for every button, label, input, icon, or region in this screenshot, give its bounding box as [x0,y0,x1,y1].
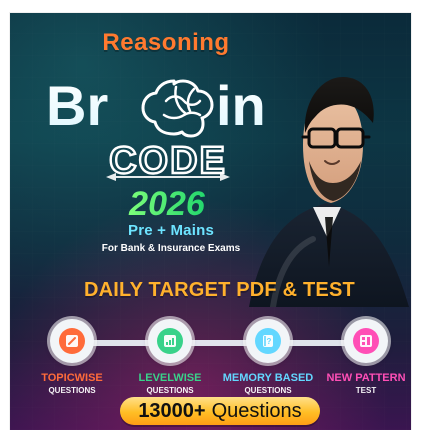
document-grid-icon [360,335,372,347]
feature-subtitle: TEST [355,386,377,395]
question-label: Questions [211,400,302,422]
brain-icon [141,79,214,138]
svg-text:?: ? [267,337,272,346]
tagline: Pre + Mains [128,222,214,239]
code-wordmark: CODE [106,139,230,181]
feature-disk [50,319,94,363]
feature-title: NEW PATTERN [326,372,406,384]
feature-icon-bg [157,328,183,354]
question-count-badge: 13000+ Questions [120,397,320,425]
feature-title: LEVELWISE [138,372,202,384]
year-text: 2026 [128,185,206,219]
headline: DAILY TARGET PDF & TEST [84,279,355,301]
feature-subtitle: QUESTIONS [48,386,96,395]
person-shape [249,77,409,307]
feature-memory-based: ? MEMORY BASED QUESTIONS [222,319,314,409]
code-text: CODE [109,140,227,181]
feature-disk [344,319,388,363]
feature-title: MEMORY BASED [222,372,314,384]
brand-text-br: Br [46,74,108,137]
pencil-badge-icon [66,335,78,347]
year-wordmark: 2026 [128,185,206,219]
reasoning-title: Reasoning [102,29,230,56]
feature-new-pattern: NEW PATTERN TEST [320,319,411,409]
feature-icon-bg: ? [255,328,281,354]
feature-topicwise: TOPICWISE QUESTIONS [26,319,118,409]
question-count: 13000+ [138,400,206,422]
feature-levelwise: LEVELWISE QUESTIONS [124,319,216,409]
feature-disk [148,319,192,363]
promo-card: Reasoning Br in CODE 2026 Pre + Mains Fo… [10,13,411,430]
feature-icon-bg [59,328,85,354]
question-notebook-icon: ? [263,335,273,347]
feature-subtitle: QUESTIONS [244,386,292,395]
presenter-photo [249,77,409,307]
bar-chart-icon [164,335,176,347]
feature-icon-bg [353,328,379,354]
feature-title: TOPICWISE [41,372,103,384]
feature-disk: ? [246,319,290,363]
feature-subtitle: QUESTIONS [146,386,194,395]
